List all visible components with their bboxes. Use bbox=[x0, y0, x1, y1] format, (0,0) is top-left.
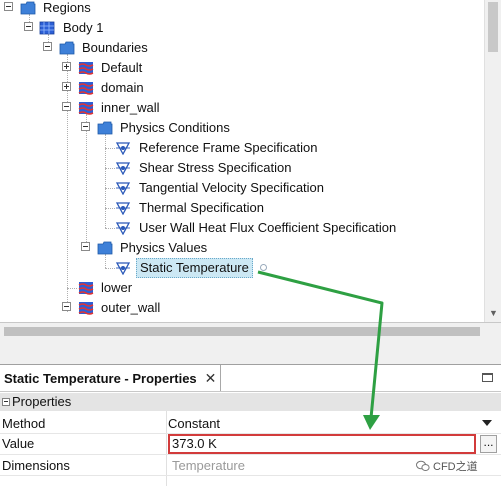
tree-label: User Wall Heat Flux Coefficient Specific… bbox=[139, 220, 397, 235]
property-name: Value bbox=[2, 436, 35, 451]
collapse-toggle[interactable] bbox=[2, 398, 10, 406]
tree-label: domain bbox=[101, 80, 144, 95]
property-row-method[interactable]: Method Constant bbox=[0, 413, 501, 434]
horizontal-scrollbar[interactable] bbox=[0, 323, 484, 340]
tree-guide-line bbox=[86, 114, 87, 250]
tree-guide-line bbox=[105, 254, 106, 268]
property-row-value[interactable]: Value 373.0 K ... bbox=[0, 433, 501, 455]
property-value: Temperature bbox=[172, 458, 245, 473]
tree-label: Boundaries bbox=[82, 40, 148, 55]
tree-label: inner_wall bbox=[101, 100, 160, 115]
group-label: Properties bbox=[12, 394, 72, 409]
tree-label: Default bbox=[101, 60, 143, 75]
collapse-toggle[interactable] bbox=[24, 22, 33, 31]
boundary-icon bbox=[78, 82, 94, 95]
boundary-icon bbox=[78, 282, 94, 295]
tree-guide-line bbox=[105, 268, 115, 269]
tree-guide-line bbox=[105, 228, 115, 229]
physics-node-icon bbox=[115, 142, 131, 155]
property-name: Dimensions bbox=[2, 458, 70, 473]
tree-label: outer_wall bbox=[101, 300, 161, 315]
tree-guide-line bbox=[67, 288, 77, 289]
physics-node-icon bbox=[115, 202, 131, 215]
physics-node-icon bbox=[115, 262, 131, 275]
folder-icon bbox=[20, 1, 36, 15]
physics-node-icon bbox=[115, 182, 131, 195]
property-name: Method bbox=[2, 416, 46, 431]
folder-icon bbox=[97, 121, 113, 135]
collapse-toggle[interactable] bbox=[81, 122, 90, 131]
tree-guide-line bbox=[105, 148, 115, 149]
physics-node-icon bbox=[115, 222, 131, 235]
tree-label: Shear Stress Specification bbox=[139, 160, 292, 175]
collapse-toggle[interactable] bbox=[81, 242, 90, 251]
tree-guide-line bbox=[105, 208, 115, 209]
dropdown-arrow-icon[interactable] bbox=[482, 420, 492, 426]
tree-label: Body 1 bbox=[63, 20, 104, 35]
boundary-icon bbox=[78, 102, 94, 115]
physics-node-icon bbox=[115, 162, 131, 175]
ellipsis-button[interactable]: ... bbox=[480, 435, 497, 453]
watermark-text: CFD之道 bbox=[433, 461, 478, 473]
tree-label: Physics Conditions bbox=[120, 120, 230, 135]
tree-guide-line bbox=[67, 54, 68, 312]
method-select[interactable]: Constant bbox=[168, 413, 220, 434]
boundary-icon bbox=[78, 62, 94, 75]
selected-tree-label: Static Temperature bbox=[136, 258, 253, 278]
tree-label: Thermal Specification bbox=[139, 200, 264, 215]
tree-label: Reference Frame Specification bbox=[139, 140, 318, 155]
value-text: 373.0 K bbox=[172, 436, 217, 451]
collapse-toggle[interactable] bbox=[4, 2, 13, 11]
properties-header: Static Temperature - Properties ✕ bbox=[0, 365, 501, 392]
folder-icon bbox=[59, 41, 75, 55]
properties-tab[interactable]: Static Temperature - Properties ✕ bbox=[0, 365, 222, 391]
vertical-scrollbar[interactable]: ▼ bbox=[484, 0, 501, 322]
collapse-toggle[interactable] bbox=[62, 302, 71, 311]
watermark: CFD之道 bbox=[416, 458, 478, 474]
tree-label: Tangential Velocity Specification bbox=[139, 180, 325, 195]
boundary-icon bbox=[78, 302, 94, 315]
minimize-icon[interactable] bbox=[482, 373, 493, 382]
tree-label: Regions bbox=[43, 0, 91, 15]
tree-label: Physics Values bbox=[120, 240, 208, 255]
expand-toggle[interactable] bbox=[62, 62, 71, 71]
tree-guide-line bbox=[105, 168, 115, 169]
scrollbar-thumb[interactable] bbox=[4, 327, 480, 336]
scroll-down-arrow-icon[interactable]: ▼ bbox=[489, 309, 498, 318]
collapse-toggle[interactable] bbox=[43, 42, 52, 51]
scrollbar-thumb[interactable] bbox=[488, 2, 498, 52]
properties-group[interactable]: Properties bbox=[0, 393, 501, 411]
value-input[interactable]: 373.0 K bbox=[168, 434, 476, 454]
close-icon[interactable]: ✕ bbox=[205, 370, 217, 387]
properties-tab-title: Static Temperature - Properties bbox=[4, 370, 197, 386]
collapse-toggle[interactable] bbox=[62, 102, 71, 111]
expand-toggle[interactable] bbox=[62, 82, 71, 91]
region-mesh-icon bbox=[39, 21, 55, 35]
wechat-icon bbox=[416, 460, 430, 471]
tree-footer bbox=[0, 322, 501, 364]
tree-guide-line bbox=[105, 188, 115, 189]
tree-label: lower bbox=[101, 280, 133, 295]
region-tree: Regions Body 1 Boundaries Default domain… bbox=[0, 0, 501, 322]
folder-icon bbox=[97, 241, 113, 255]
status-dot-icon bbox=[260, 264, 267, 271]
